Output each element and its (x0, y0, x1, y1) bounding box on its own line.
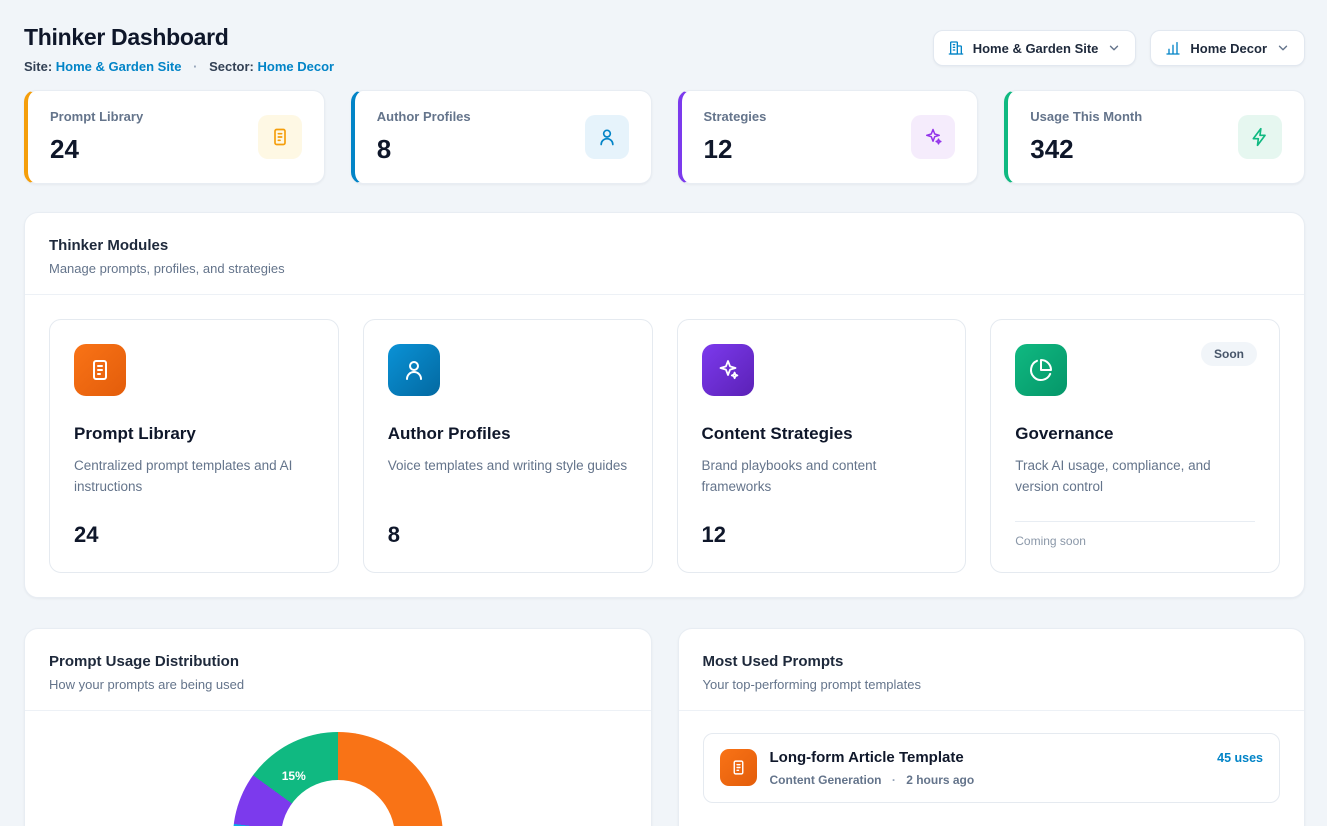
bottom-row: Prompt Usage Distribution How your promp… (24, 628, 1305, 826)
stat-text: Author Profiles 8 (377, 109, 471, 165)
prompt-item-time: 2 hours ago (906, 773, 974, 787)
stats-row: Prompt Library 24 Author Profiles 8 Stra… (24, 90, 1305, 184)
module-divider (1015, 521, 1255, 522)
stat-text: Strategies 12 (704, 109, 767, 165)
donut-segment-label: 15% (282, 769, 306, 783)
stat-label: Prompt Library (50, 109, 143, 124)
stat-value: 24 (50, 134, 143, 165)
usage-donut: 15% (233, 732, 443, 826)
sector-selector-dropdown[interactable]: Home Decor (1150, 30, 1305, 66)
stat-label: Usage This Month (1030, 109, 1142, 124)
usage-distribution-title: Prompt Usage Distribution (49, 653, 627, 670)
module-title: Content Strategies (702, 424, 942, 444)
sector-link[interactable]: Home Decor (258, 59, 335, 74)
module-description: Voice templates and writing style guides (388, 456, 628, 508)
site-selector-label: Home & Garden Site (973, 41, 1099, 56)
document-icon (720, 749, 757, 786)
sparkle-icon (702, 344, 754, 396)
module-card-author-profiles[interactable]: Author Profiles Voice templates and writ… (363, 319, 653, 573)
page-header: Thinker Dashboard Site: Home & Garden Si… (24, 24, 1305, 74)
module-card-content-strategies[interactable]: Content Strategies Brand playbooks and c… (677, 319, 967, 573)
most-used-prompts-title: Most Used Prompts (703, 653, 1281, 670)
stat-card-prompt-library: Prompt Library 24 (24, 90, 325, 184)
module-description: Centralized prompt templates and AI inst… (74, 456, 314, 508)
prompt-list: Long-form Article Template Content Gener… (679, 711, 1305, 825)
breadcrumb: Site: Home & Garden Site · Sector: Home … (24, 59, 334, 74)
module-count: 12 (702, 522, 942, 548)
usage-distribution-card: Prompt Usage Distribution How your promp… (24, 628, 652, 826)
prompt-item-text: Long-form Article Template Content Gener… (770, 749, 975, 787)
module-title: Governance (1015, 424, 1255, 444)
header-selectors: Home & Garden Site Home Decor (933, 30, 1305, 66)
prompt-item-title: Long-form Article Template (770, 749, 975, 766)
module-title: Author Profiles (388, 424, 628, 444)
title-block: Thinker Dashboard Site: Home & Garden Si… (24, 24, 334, 74)
prompt-item-uses: 45 uses (1217, 749, 1263, 765)
stat-text: Prompt Library 24 (50, 109, 143, 165)
stat-value: 8 (377, 134, 471, 165)
module-card-governance[interactable]: Soon Governance Track AI usage, complian… (990, 319, 1280, 573)
usage-distribution-header: Prompt Usage Distribution How your promp… (25, 629, 651, 711)
document-icon (74, 344, 126, 396)
stat-card-strategies: Strategies 12 (678, 90, 979, 184)
prompt-item-category: Content Generation (770, 773, 882, 787)
lightning-icon (1238, 115, 1282, 159)
thinker-modules-panel: Thinker Modules Manage prompts, profiles… (24, 212, 1305, 598)
page-title: Thinker Dashboard (24, 24, 334, 51)
prompt-list-item[interactable]: Long-form Article Template Content Gener… (703, 733, 1281, 803)
sector-label: Sector: (209, 59, 254, 74)
module-card-prompt-library[interactable]: Prompt Library Centralized prompt templa… (49, 319, 339, 573)
module-description: Brand playbooks and content frameworks (702, 456, 942, 508)
sparkle-icon (911, 115, 955, 159)
stat-label: Author Profiles (377, 109, 471, 124)
user-icon (388, 344, 440, 396)
module-count: 24 (74, 522, 314, 548)
bar-chart-icon (1165, 40, 1181, 56)
site-link[interactable]: Home & Garden Site (56, 59, 182, 74)
usage-distribution-subtitle: How your prompts are being used (49, 677, 627, 692)
user-icon (585, 115, 629, 159)
donut-chart-area: 15% (25, 711, 651, 826)
stat-value: 12 (704, 134, 767, 165)
module-title: Prompt Library (74, 424, 314, 444)
chevron-down-icon (1107, 41, 1121, 55)
modules-title: Thinker Modules (49, 237, 1280, 254)
coming-soon-label: Coming soon (1015, 534, 1255, 548)
sector-selector-label: Home Decor (1190, 41, 1267, 56)
soon-badge: Soon (1201, 342, 1257, 366)
breadcrumb-separator: · (193, 59, 197, 74)
dashboard-page: Thinker Dashboard Site: Home & Garden Si… (0, 0, 1327, 826)
document-icon (258, 115, 302, 159)
meta-separator: · (892, 773, 896, 787)
modules-panel-header: Thinker Modules Manage prompts, profiles… (25, 213, 1304, 295)
modules-grid: Prompt Library Centralized prompt templa… (25, 295, 1304, 597)
building-icon (948, 40, 964, 56)
site-label: Site: (24, 59, 52, 74)
stat-card-usage: Usage This Month 342 (1004, 90, 1305, 184)
most-used-prompts-subtitle: Your top-performing prompt templates (703, 677, 1281, 692)
modules-subtitle: Manage prompts, profiles, and strategies (49, 261, 1280, 276)
stat-value: 342 (1030, 134, 1142, 165)
module-description: Track AI usage, compliance, and version … (1015, 456, 1255, 507)
stat-label: Strategies (704, 109, 767, 124)
most-used-prompts-header: Most Used Prompts Your top-performing pr… (679, 629, 1305, 711)
pie-chart-icon (1015, 344, 1067, 396)
chevron-down-icon (1276, 41, 1290, 55)
module-count: 8 (388, 522, 628, 548)
prompt-item-meta: Content Generation · 2 hours ago (770, 773, 975, 787)
stat-card-author-profiles: Author Profiles 8 (351, 90, 652, 184)
stat-text: Usage This Month 342 (1030, 109, 1142, 165)
site-selector-dropdown[interactable]: Home & Garden Site (933, 30, 1137, 66)
most-used-prompts-card: Most Used Prompts Your top-performing pr… (678, 628, 1306, 826)
